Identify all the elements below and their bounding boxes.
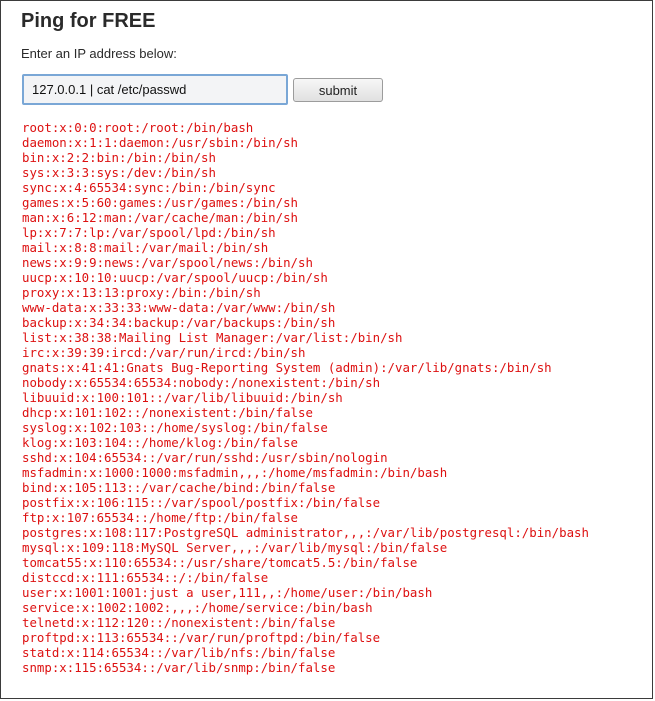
ping-panel: Ping for FREE Enter an IP address below:… — [0, 0, 653, 699]
output-line: games:x:5:60:games:/usr/games:/bin/sh — [22, 195, 299, 210]
ip-prompt-label: Enter an IP address below: — [21, 46, 177, 61]
output-line: sshd:x:104:65534::/var/run/sshd:/usr/sbi… — [22, 450, 388, 465]
output-line: proftpd:x:113:65534::/var/run/proftpd:/b… — [22, 630, 381, 645]
output-line: sync:x:4:65534:sync:/bin:/bin/sync — [22, 180, 276, 195]
output-line: www-data:x:33:33:www-data:/var/www:/bin/… — [22, 300, 336, 315]
output-line: daemon:x:1:1:daemon:/usr/sbin:/bin/sh — [22, 135, 299, 150]
output-line: bind:x:105:113::/var/cache/bind:/bin/fal… — [22, 480, 336, 495]
output-line: backup:x:34:34:backup:/var/backups:/bin/… — [22, 315, 336, 330]
output-line: gnats:x:41:41:Gnats Bug-Reporting System… — [22, 360, 552, 375]
output-line: service:x:1002:1002:,,,:/home/service:/b… — [22, 600, 373, 615]
output-line: ftp:x:107:65534::/home/ftp:/bin/false — [22, 510, 299, 525]
output-line: news:x:9:9:news:/var/spool/news:/bin/sh — [22, 255, 313, 270]
command-output: root:x:0:0:root:/root:/bin/bash daemon:x:… — [22, 120, 589, 675]
output-line: uucp:x:10:10:uucp:/var/spool/uucp:/bin/s… — [22, 270, 328, 285]
output-line: tomcat55:x:110:65534::/usr/share/tomcat5… — [22, 555, 418, 570]
ip-address-input[interactable] — [22, 74, 288, 105]
output-line: postgres:x:108:117:PostgreSQL administra… — [22, 525, 589, 540]
output-line: distccd:x:111:65534::/:/bin/false — [22, 570, 269, 585]
output-line: bin:x:2:2:bin:/bin:/bin/sh — [22, 150, 216, 165]
page-title: Ping for FREE — [21, 10, 156, 32]
output-line: irc:x:39:39:ircd:/var/run/ircd:/bin/sh — [22, 345, 306, 360]
output-line: dhcp:x:101:102::/nonexistent:/bin/false — [22, 405, 313, 420]
submit-button[interactable]: submit — [293, 78, 383, 102]
output-line: proxy:x:13:13:proxy:/bin:/bin/sh — [22, 285, 261, 300]
output-line: root:x:0:0:root:/root:/bin/bash — [22, 120, 254, 135]
output-line: mysql:x:109:118:MySQL Server,,,:/var/lib… — [22, 540, 448, 555]
output-line: mail:x:8:8:mail:/var/mail:/bin/sh — [22, 240, 269, 255]
output-line: sys:x:3:3:sys:/dev:/bin/sh — [22, 165, 216, 180]
output-line: klog:x:103:104::/home/klog:/bin/false — [22, 435, 299, 450]
output-line: telnetd:x:112:120::/nonexistent:/bin/fal… — [22, 615, 336, 630]
output-line: postfix:x:106:115::/var/spool/postfix:/b… — [22, 495, 381, 510]
output-line: msfadmin:x:1000:1000:msfadmin,,,:/home/m… — [22, 465, 448, 480]
output-line: user:x:1001:1001:just a user,111,,:/home… — [22, 585, 433, 600]
output-line: man:x:6:12:man:/var/cache/man:/bin/sh — [22, 210, 299, 225]
output-line: libuuid:x:100:101::/var/lib/libuuid:/bin… — [22, 390, 343, 405]
output-line: statd:x:114:65534::/var/lib/nfs:/bin/fal… — [22, 645, 336, 660]
output-line: list:x:38:38:Mailing List Manager:/var/l… — [22, 330, 403, 345]
output-line: snmp:x:115:65534::/var/lib/snmp:/bin/fal… — [22, 660, 336, 675]
output-line: lp:x:7:7:lp:/var/spool/lpd:/bin/sh — [22, 225, 276, 240]
output-line: nobody:x:65534:65534:nobody:/nonexistent… — [22, 375, 381, 390]
output-line: syslog:x:102:103::/home/syslog:/bin/fals… — [22, 420, 328, 435]
